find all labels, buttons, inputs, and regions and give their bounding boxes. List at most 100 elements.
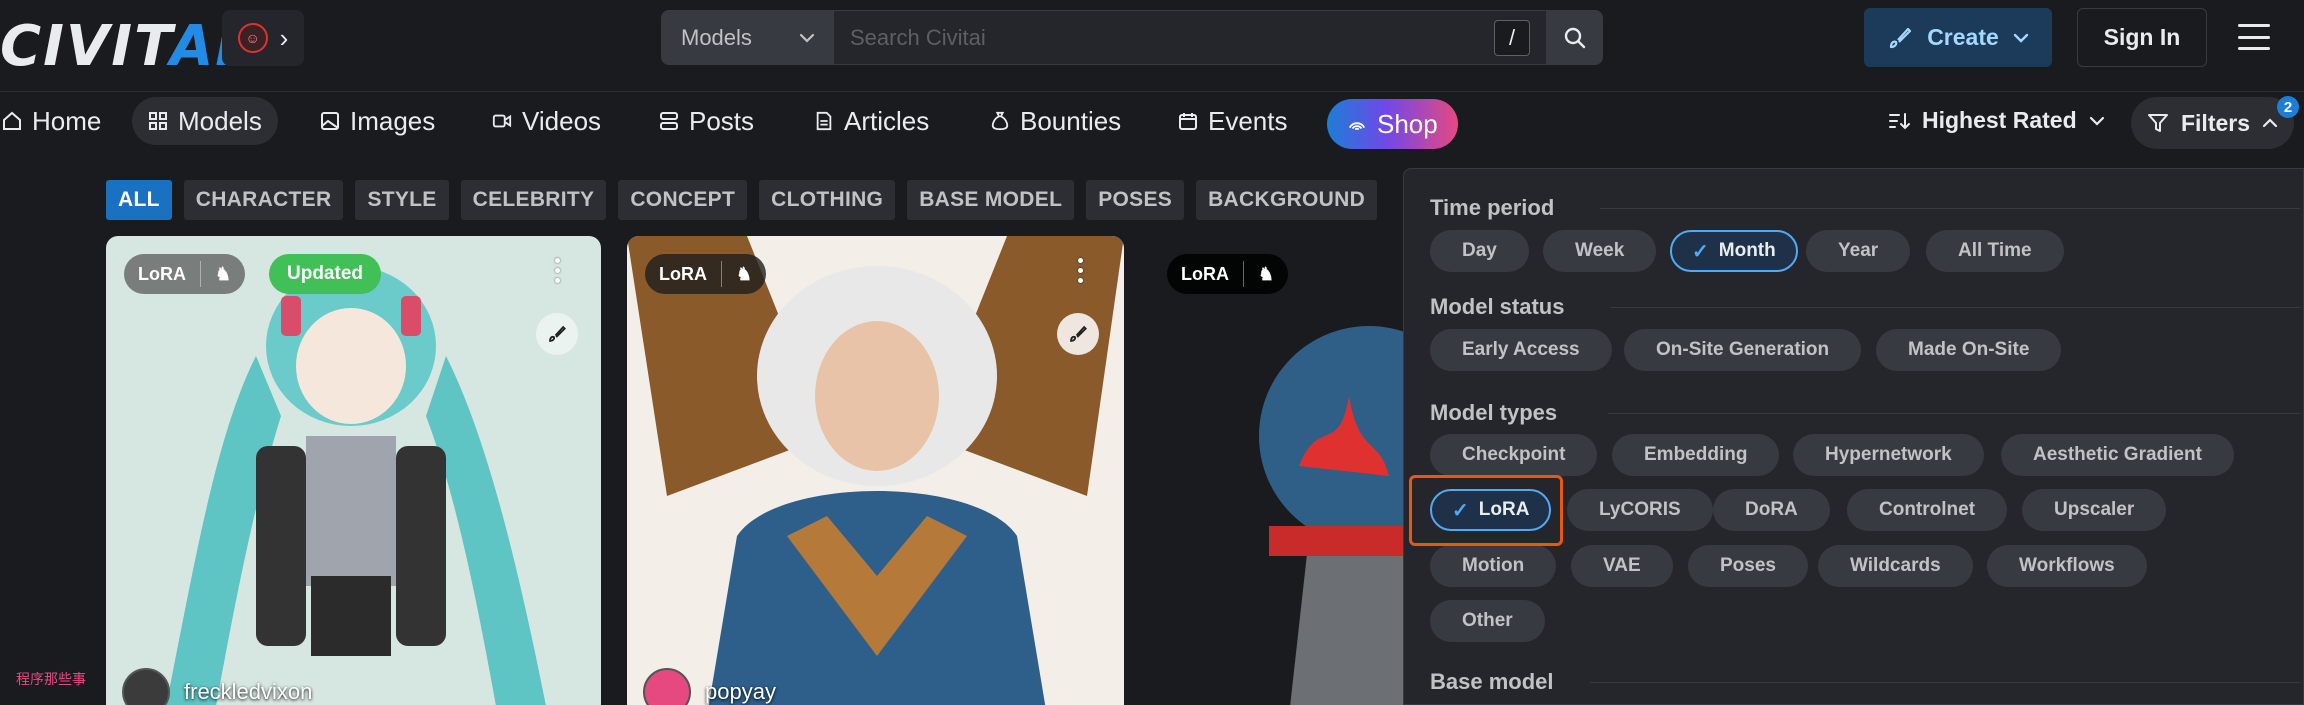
filters-count-badge: 2 — [2277, 96, 2299, 118]
category-concept[interactable]: CONCEPT — [618, 180, 748, 220]
creator-info[interactable]: popyay — [643, 668, 776, 705]
nav-videos[interactable]: Videos — [476, 97, 617, 145]
category-poses[interactable]: POSES — [1086, 180, 1185, 220]
chip-vae[interactable]: VAE — [1571, 545, 1673, 587]
nav-images[interactable]: Images — [304, 97, 451, 145]
creator-name: popyay — [705, 679, 776, 704]
nav-bounties[interactable]: Bounties — [974, 97, 1137, 145]
moneybag-icon — [991, 111, 1009, 131]
brand-badge-icon: ☺ — [237, 23, 268, 53]
wifi-shop-icon — [1348, 122, 1366, 131]
remix-button[interactable] — [536, 313, 578, 355]
chip-hypernetwork[interactable]: Hypernetwork — [1793, 434, 1984, 476]
search-input[interactable] — [850, 24, 1494, 51]
category-style[interactable]: STYLE — [355, 180, 449, 220]
menu-icon[interactable] — [2238, 24, 2270, 50]
chip-day[interactable]: Day — [1430, 230, 1529, 272]
main-nav: Home Models Images Videos Posts Articles… — [0, 93, 2304, 155]
filters-button[interactable]: Filters — [2131, 97, 2294, 149]
avatar — [643, 668, 691, 705]
chip-workflows[interactable]: Workflows — [1987, 545, 2147, 587]
video-icon — [492, 114, 512, 128]
image-icon — [321, 112, 339, 130]
chip-on-site-generation[interactable]: On-Site Generation — [1624, 329, 1862, 371]
chip-dora[interactable]: DoRA — [1713, 489, 1830, 531]
more-options-icon[interactable] — [551, 258, 563, 283]
chip-early-access[interactable]: Early Access — [1430, 329, 1612, 371]
category-background[interactable]: BACKGROUND — [1196, 180, 1378, 220]
nav-articles[interactable]: Articles — [798, 97, 945, 145]
filters-panel: Time period Day Week ✓ Month Year All Ti… — [1403, 168, 2304, 705]
watermark-text: 程序那些事 — [16, 672, 86, 688]
search-button[interactable] — [1547, 10, 1603, 65]
chip-motion[interactable]: Motion — [1430, 545, 1557, 587]
chip-month[interactable]: ✓ Month — [1670, 230, 1798, 272]
category-character[interactable]: CHARACTER — [183, 180, 344, 220]
grid-icon — [149, 112, 167, 130]
section-title-time-period: Time period — [1430, 195, 2300, 221]
home-icon — [3, 111, 21, 130]
brand-menu-button[interactable]: ☺ › — [222, 10, 304, 66]
brush-icon — [1070, 325, 1087, 342]
search-type-select[interactable]: Models — [661, 10, 833, 65]
category-all[interactable]: ALL — [106, 180, 172, 220]
chevron-down-icon — [799, 33, 815, 43]
brush-icon — [1890, 27, 1912, 48]
model-preview-image — [166, 266, 546, 705]
chip-lycoris[interactable]: LyCORIS — [1567, 489, 1713, 531]
civitai-logo[interactable]: CIVITAI — [0, 14, 238, 79]
chip-embedding[interactable]: Embedding — [1612, 434, 1780, 476]
sort-icon — [1889, 112, 1910, 129]
chip-poses[interactable]: Poses — [1688, 545, 1808, 587]
chip-upscaler[interactable]: Upscaler — [2022, 489, 2167, 531]
model-type-tag: LoRA ♞ — [645, 254, 767, 294]
search-shortcut-key: / — [1494, 19, 1530, 56]
horse-icon: ♞ — [736, 263, 753, 284]
category-base-model[interactable]: BASE MODEL — [907, 180, 1075, 220]
category-clothing[interactable]: CLOTHING — [759, 180, 896, 220]
model-card[interactable]: LoRA ♞ Updated freckledvixon — [106, 236, 601, 705]
chip-wildcards[interactable]: Wildcards — [1818, 545, 1973, 587]
chip-all-time[interactable]: All Time — [1926, 230, 2064, 272]
category-celebrity[interactable]: CELEBRITY — [460, 180, 607, 220]
search-field: / — [833, 10, 1547, 65]
nav-events[interactable]: Events — [1162, 97, 1304, 145]
updated-badge: Updated — [269, 254, 381, 294]
search-bar: Models / — [661, 10, 1603, 65]
create-button[interactable]: Create — [1864, 8, 2052, 67]
calendar-icon — [1179, 113, 1197, 130]
chip-checkpoint[interactable]: Checkpoint — [1430, 434, 1598, 476]
sign-in-button[interactable]: Sign In — [2077, 8, 2207, 67]
model-preview-image — [627, 236, 1124, 705]
section-title-model-status: Model status — [1430, 294, 2300, 320]
model-card[interactable]: LoRA ♞ — [1149, 236, 1409, 705]
chip-aesthetic-gradient[interactable]: Aesthetic Gradient — [2001, 434, 2234, 476]
chip-year[interactable]: Year — [1806, 230, 1911, 272]
model-card[interactable]: LoRA ♞ popyay — [627, 236, 1124, 705]
category-bar: ALL CHARACTER STYLE CELEBRITY CONCEPT CL… — [106, 180, 1378, 220]
model-preview-image — [1259, 326, 1409, 705]
search-icon — [1564, 27, 1586, 48]
chip-lora[interactable]: ✓ LoRA — [1430, 489, 1552, 531]
sort-select[interactable]: Highest Rated — [1888, 107, 2105, 134]
creator-info[interactable]: freckledvixon — [122, 668, 312, 705]
section-title-base-model: Base model — [1430, 669, 2300, 695]
section-title-model-types: Model types — [1430, 400, 2300, 426]
article-icon — [816, 111, 832, 131]
remix-button[interactable] — [1057, 313, 1099, 355]
chip-week[interactable]: Week — [1543, 230, 1657, 272]
chevron-down-icon — [2089, 116, 2104, 126]
nav-posts[interactable]: Posts — [643, 97, 770, 145]
more-options-icon[interactable] — [1074, 258, 1086, 283]
brush-icon — [549, 325, 566, 342]
creator-name: freckledvixon — [184, 679, 313, 704]
chip-controlnet[interactable]: Controlnet — [1847, 489, 2008, 531]
chip-made-on-site[interactable]: Made On-Site — [1876, 329, 2062, 371]
chevron-right-icon: › — [279, 22, 289, 53]
nav-shop[interactable]: Shop — [1327, 99, 1458, 149]
check-icon: ✓ — [1452, 499, 1469, 522]
check-icon: ✓ — [1692, 240, 1709, 263]
chip-other[interactable]: Other — [1430, 600, 1545, 642]
nav-home[interactable]: Home — [0, 97, 117, 145]
nav-models[interactable]: Models — [132, 97, 278, 145]
